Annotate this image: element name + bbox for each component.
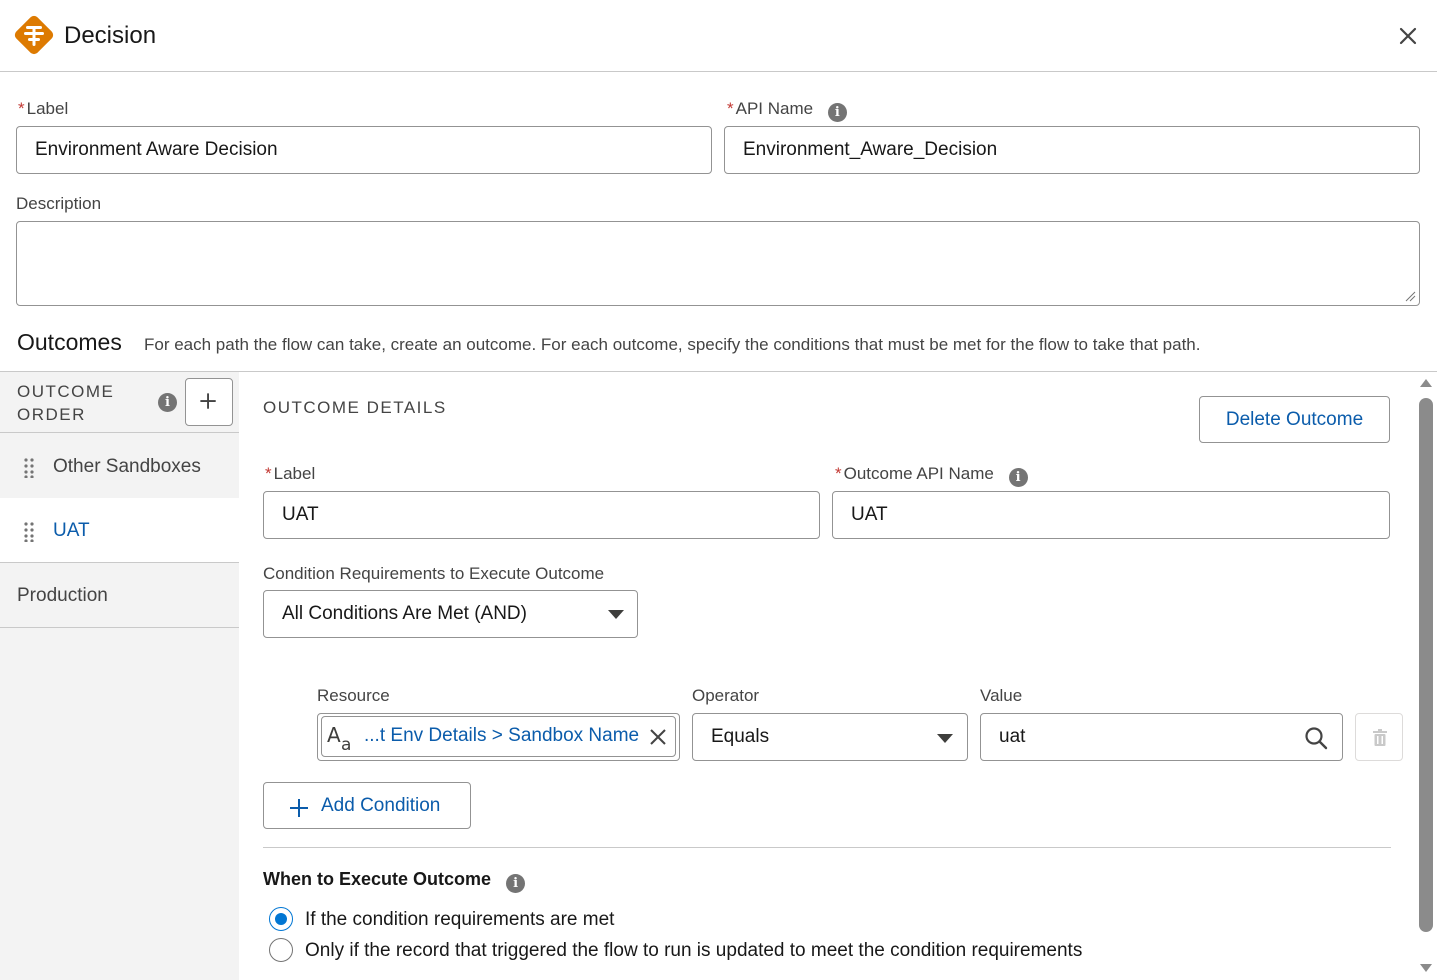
- label-input[interactable]: Environment Aware Decision: [16, 126, 712, 174]
- scroll-up-icon[interactable]: [1419, 378, 1433, 388]
- add-condition-label: Add Condition: [321, 795, 441, 816]
- close-icon[interactable]: [1396, 24, 1420, 48]
- operator-caption: Operator: [692, 686, 760, 705]
- outcome-api-name-input[interactable]: UAT: [832, 491, 1390, 539]
- drag-handle-icon[interactable]: [24, 522, 34, 542]
- resource-pill[interactable]: A a ...t Env Details > Sandbox Name: [321, 716, 676, 757]
- scroll-down-icon[interactable]: [1419, 963, 1433, 973]
- resource-caption: Resource: [317, 686, 390, 705]
- operator-select[interactable]: Equals: [692, 713, 968, 761]
- info-icon[interactable]: i: [506, 874, 526, 893]
- outcomes-title: Outcomes: [17, 329, 122, 355]
- condition-requirements-select[interactable]: All Conditions Are Met (AND): [263, 590, 638, 638]
- description-caption: Description: [16, 194, 102, 213]
- condition-requirements-caption: Condition Requirements to Execute Outcom…: [263, 564, 605, 583]
- outcome-order-label: OUTCOME ORDER: [17, 382, 115, 424]
- resource-value: ...t Env Details > Sandbox Name: [364, 725, 640, 746]
- sidebar-item-label: Other Sandboxes: [53, 456, 201, 477]
- chevron-down-icon: [608, 610, 624, 619]
- outcome-order-sidebar: OUTCOME ORDER i Other Sandboxes UAT Prod…: [0, 372, 239, 980]
- remove-icon[interactable]: [649, 728, 667, 746]
- required-marker: *: [727, 99, 734, 118]
- sidebar-item-uat[interactable]: UAT: [0, 498, 239, 563]
- required-marker: *: [835, 464, 842, 483]
- modal-title: Decision: [64, 22, 157, 49]
- resize-grip-icon[interactable]: [1404, 290, 1416, 302]
- divider: [263, 847, 1391, 848]
- search-icon[interactable]: [1304, 726, 1328, 750]
- modal-header: Decision: [0, 0, 1437, 72]
- required-marker: *: [265, 464, 272, 483]
- outcomes-description: For each path the flow can take, create …: [144, 335, 1201, 354]
- sidebar-item-other-sandboxes[interactable]: Other Sandboxes: [0, 434, 239, 499]
- add-condition-button[interactable]: Add Condition: [263, 782, 471, 829]
- scrollbar-thumb[interactable]: [1419, 398, 1433, 932]
- chevron-down-icon: [937, 734, 953, 743]
- add-outcome-button[interactable]: [185, 378, 233, 426]
- description-textarea[interactable]: [16, 221, 1420, 306]
- info-icon[interactable]: i: [1008, 468, 1028, 487]
- trash-icon: [1373, 729, 1387, 746]
- info-icon[interactable]: i: [158, 393, 177, 412]
- radio-label: Only if the record that triggered the fl…: [305, 940, 1083, 961]
- radio-label: If the condition requirements are met: [305, 909, 615, 930]
- sidebar-item-label: UAT: [53, 520, 90, 541]
- text-type-icon: A a: [327, 723, 351, 752]
- plus-icon: [200, 393, 216, 409]
- api-name-caption: * API Name i: [727, 99, 847, 122]
- value-input[interactable]: uat: [980, 713, 1343, 761]
- when-to-execute-title: When to Execute Outcome i: [263, 869, 526, 893]
- outcome-details-heading: OUTCOME DETAILS: [263, 398, 447, 417]
- api-name-input[interactable]: Environment_Aware_Decision: [724, 126, 1420, 174]
- drag-handle-icon[interactable]: [24, 458, 34, 478]
- info-icon[interactable]: i: [827, 103, 847, 122]
- required-marker: *: [18, 99, 25, 118]
- svg-text:A: A: [327, 723, 341, 747]
- sidebar-item-production[interactable]: Production: [0, 563, 239, 628]
- sidebar-item-label: Production: [17, 585, 108, 606]
- radio-condition-met[interactable]: [269, 907, 293, 931]
- outcome-order-header: OUTCOME ORDER i: [0, 372, 239, 433]
- radio-record-updated[interactable]: [269, 938, 293, 962]
- plus-icon: [290, 799, 308, 817]
- outcome-api-name-caption: * Outcome API Name i: [835, 464, 1028, 487]
- outcome-label-input[interactable]: UAT: [263, 491, 820, 539]
- svg-text:a: a: [341, 735, 351, 752]
- delete-condition-button[interactable]: [1355, 713, 1403, 761]
- delete-outcome-button[interactable]: Delete Outcome: [1199, 396, 1390, 443]
- value-caption: Value: [980, 686, 1023, 705]
- label-caption: * Label: [18, 99, 69, 118]
- outcome-label-caption: * Label: [265, 464, 316, 483]
- decision-icon: [14, 15, 54, 55]
